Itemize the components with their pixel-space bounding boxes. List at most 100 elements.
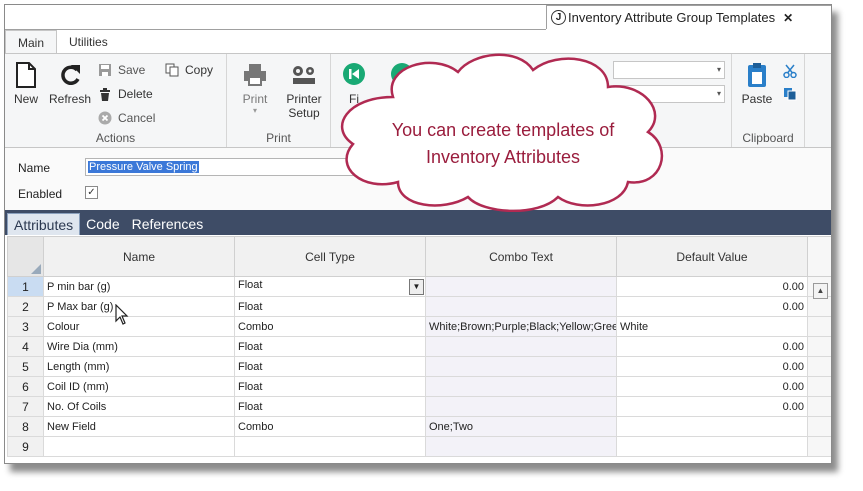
cell-combo-text[interactable] (425, 356, 617, 377)
cell-type[interactable]: ▼ Float (234, 276, 426, 297)
cell-name[interactable]: P min bar (g) (43, 276, 235, 297)
column-header-cell-type[interactable]: Cell Type (234, 236, 426, 277)
cell-default-value[interactable] (616, 416, 808, 437)
print-dropdown-icon[interactable]: ▾ (235, 106, 275, 115)
copy-clipboard-icon[interactable] (783, 87, 797, 101)
row-number[interactable]: 8 (7, 416, 44, 437)
scroll-up-button[interactable]: ▲ (813, 283, 828, 299)
save-icon (99, 64, 111, 76)
cell-name[interactable]: Colour (43, 316, 235, 337)
table-row[interactable]: 4 Wire Dia (mm) Float 0.00 (7, 336, 831, 357)
table-row[interactable]: 9 (7, 436, 831, 457)
printer-setup-button[interactable]: Printer Setup (279, 62, 329, 120)
row-number[interactable]: 2 (7, 296, 44, 317)
new-label: New (13, 92, 38, 106)
scrollbar-track[interactable] (807, 436, 831, 457)
row-number[interactable]: 5 (7, 356, 44, 377)
scrollbar-track[interactable] (807, 416, 831, 437)
row-number[interactable]: 4 (7, 336, 44, 357)
table-row[interactable]: 2 P Max bar (g) Float 0.00 (7, 296, 831, 317)
cell-type[interactable]: Float (234, 296, 426, 317)
cell-type-text: Float (238, 278, 263, 291)
paste-button[interactable]: Paste (740, 62, 774, 106)
cell-combo-text[interactable]: White;Brown;Purple;Black;Yellow;Green (425, 316, 617, 337)
scrollbar-track[interactable] (807, 376, 831, 397)
table-row[interactable]: 1 P min bar (g) ▼ Float 0.00 (7, 276, 831, 297)
cell-name[interactable]: Wire Dia (mm) (43, 336, 235, 357)
enabled-checkbox[interactable]: ✓ (85, 186, 98, 199)
scrollbar-track[interactable] (807, 396, 831, 417)
cell-combo-text[interactable] (425, 436, 617, 457)
cell-default-value-text: 0.00 (782, 340, 804, 353)
cell-name-text: P Max bar (g) (47, 300, 114, 313)
print-button[interactable]: Print ▾ (235, 62, 275, 115)
cell-type-dropdown-icon[interactable]: ▼ (409, 278, 424, 295)
cell-type[interactable]: Combo (234, 416, 426, 437)
cell-type[interactable]: Float (234, 336, 426, 357)
table-row[interactable]: 5 Length (mm) Float 0.00 (7, 356, 831, 377)
copy-button[interactable]: Copy (165, 63, 213, 77)
row-number[interactable]: 1 (7, 276, 44, 297)
row-number[interactable]: 7 (7, 396, 44, 417)
cell-name[interactable] (43, 436, 235, 457)
cell-name[interactable]: Coil ID (mm) (43, 376, 235, 397)
cell-default-value[interactable]: 0.00 (616, 376, 808, 397)
tab-main[interactable]: Main (5, 30, 58, 54)
cell-default-value[interactable]: White (616, 316, 808, 337)
grid-corner[interactable] (7, 236, 44, 277)
document-tab[interactable]: J Inventory Attribute Group Templates ✕ (546, 5, 831, 29)
delete-button[interactable]: Delete (98, 87, 153, 101)
detail-tab-strip: Attributes Code References (5, 210, 831, 235)
cell-type[interactable]: Float (234, 376, 426, 397)
tab-code[interactable]: Code (80, 213, 125, 235)
cell-name[interactable]: P Max bar (g) (43, 296, 235, 317)
cell-type[interactable] (234, 436, 426, 457)
table-row[interactable]: 6 Coil ID (mm) Float 0.00 (7, 376, 831, 397)
scrollbar-track[interactable] (807, 296, 831, 317)
cell-default-value[interactable]: 0.00 (616, 396, 808, 417)
cell-type[interactable]: Float (234, 396, 426, 417)
cell-combo-text-text: White;Brown;Purple;Black;Yellow;Green (429, 320, 617, 333)
save-button[interactable]: Save (98, 63, 145, 77)
cell-name[interactable]: New Field (43, 416, 235, 437)
table-row[interactable]: 7 No. Of Coils Float 0.00 (7, 396, 831, 417)
cell-default-value[interactable]: 0.00 (616, 356, 808, 377)
column-header-name[interactable]: Name (43, 236, 235, 277)
scrollbar-track[interactable] (807, 316, 831, 337)
cell-combo-text[interactable] (425, 276, 617, 297)
table-row[interactable]: 3 Colour Combo White;Brown;Purple;Black;Yel… (7, 316, 831, 337)
cell-type[interactable]: Float (234, 356, 426, 377)
cell-name[interactable]: No. Of Coils (43, 396, 235, 417)
scrollbar-track[interactable] (807, 336, 831, 357)
row-number[interactable]: 6 (7, 376, 44, 397)
table-row[interactable]: 8 New Field Combo One;Two (7, 416, 831, 437)
column-header-combo-text[interactable]: Combo Text (425, 236, 617, 277)
cell-combo-text[interactable]: One;Two (425, 416, 617, 437)
tab-attributes[interactable]: Attributes (7, 213, 81, 235)
actions-group: New Refresh Save Delete Cancel Copy Acti… (5, 54, 227, 147)
paste-label: Paste (741, 92, 773, 106)
tab-references[interactable]: References (126, 213, 210, 235)
cell-combo-text[interactable] (425, 296, 617, 317)
refresh-button[interactable]: Refresh (49, 62, 91, 106)
column-header-default-value[interactable]: Default Value (616, 236, 808, 277)
tab-utilities[interactable]: Utilities (57, 30, 120, 54)
cell-type[interactable]: Combo (234, 316, 426, 337)
scrollbar-track[interactable] (807, 356, 831, 377)
row-number[interactable]: 3 (7, 316, 44, 337)
row-number[interactable]: 9 (7, 436, 44, 457)
cell-name[interactable]: Length (mm) (43, 356, 235, 377)
cell-combo-text[interactable] (425, 396, 617, 417)
cancel-button[interactable]: Cancel (98, 111, 155, 125)
new-button[interactable]: New (11, 62, 41, 106)
cell-default-value[interactable]: 0.00 (616, 276, 808, 297)
cell-combo-text[interactable] (425, 376, 617, 397)
cut-icon[interactable] (783, 64, 797, 78)
close-icon[interactable]: ✕ (783, 11, 793, 25)
cell-default-value[interactable]: 0.00 (616, 296, 808, 317)
row-number-text: 7 (22, 399, 29, 414)
cell-default-value[interactable]: 0.00 (616, 336, 808, 357)
cell-combo-text-text: One;Two (429, 420, 474, 433)
cell-combo-text[interactable] (425, 336, 617, 357)
cell-default-value[interactable] (616, 436, 808, 457)
